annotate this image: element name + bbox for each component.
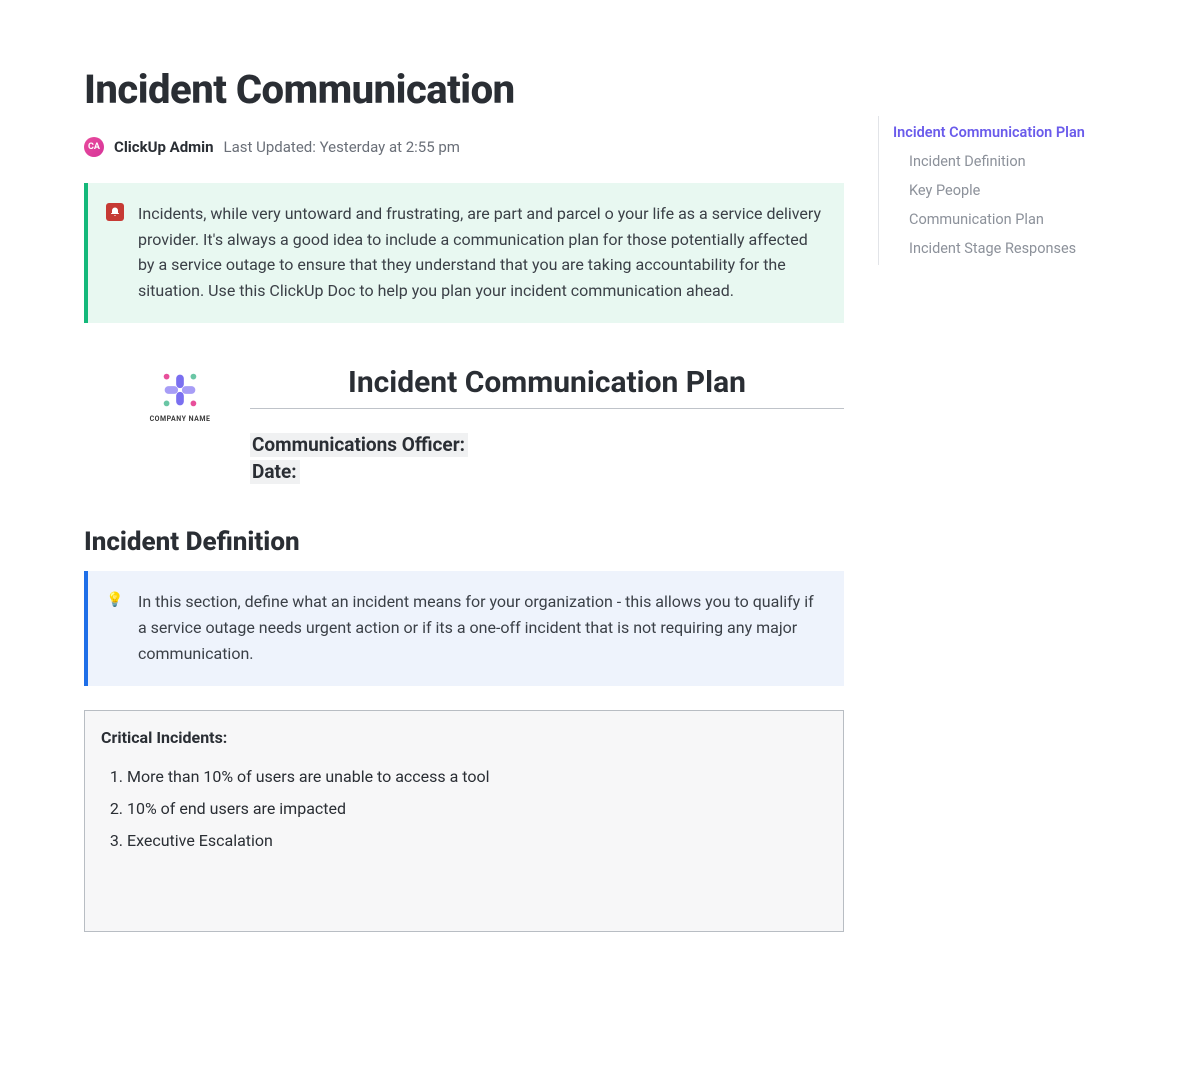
company-logo-caption: COMPANY NAME [150,415,211,423]
plan-title: Incident Communication Plan [250,363,844,409]
table-of-contents: Incident Communication Plan Incident Def… [878,66,1198,265]
list-item: Executive Escalation [127,828,827,854]
critical-incidents-title: Critical Incidents: [101,725,827,751]
plan-header-block: COMPANY NAME Incident Communication Plan… [134,363,844,487]
doc-meta: CA ClickUp Admin Last Updated: Yesterday… [84,137,844,157]
author-avatar[interactable]: CA [84,137,104,157]
company-logo: COMPANY NAME [134,363,226,423]
critical-incidents-box: Critical Incidents: More than 10% of use… [84,710,844,932]
comms-officer-label: Communications Officer: [250,433,468,457]
list-item: More than 10% of users are unable to acc… [127,764,827,790]
date-label: Date: [250,460,300,484]
definition-callout-text: In this section, define what an incident… [138,589,824,666]
incident-definition-heading: Incident Definition [84,527,844,557]
toc-item-key-people[interactable]: Key People [893,176,1198,205]
page-title: Incident Communication [84,66,844,113]
author-name[interactable]: ClickUp Admin [114,138,214,156]
toc-item-stage-responses[interactable]: Incident Stage Responses [893,234,1198,263]
critical-incidents-list: More than 10% of users are unable to acc… [127,764,827,855]
bulb-icon: 💡 [106,591,124,609]
toc-item-definition[interactable]: Incident Definition [893,147,1198,176]
siren-icon [106,203,124,221]
definition-callout: 💡 In this section, define what an incide… [84,571,844,686]
toc-item-plan[interactable]: Incident Communication Plan [893,118,1198,147]
last-updated: Last Updated: Yesterday at 2:55 pm [224,138,460,156]
list-item: 10% of end users are impacted [127,796,827,822]
toc-item-comm-plan[interactable]: Communication Plan [893,205,1198,234]
company-logo-mark [157,367,203,413]
intro-callout-text: Incidents, while very untoward and frust… [138,201,824,303]
intro-callout: Incidents, while very untoward and frust… [84,183,844,323]
